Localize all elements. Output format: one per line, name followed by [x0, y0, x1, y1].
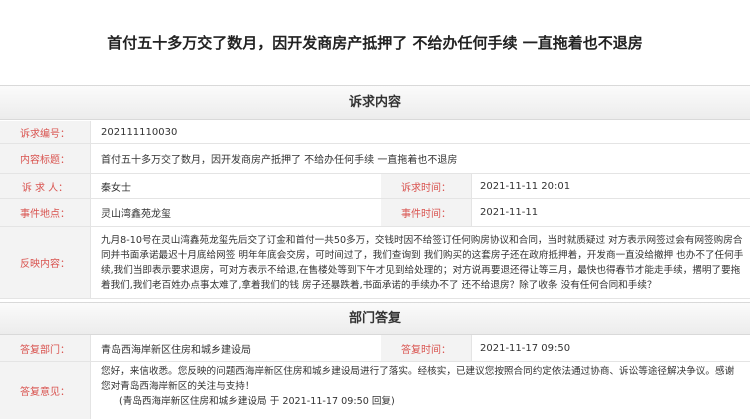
complaint-id-label: 诉求编号： — [0, 121, 90, 143]
row-complainant: 诉 求 人： 秦女士 诉求时间： 2021-11-11 20:01 — [0, 174, 750, 199]
section-header-reply: 部门答复 — [0, 302, 750, 335]
cell-divider — [90, 362, 91, 419]
reply-opinion-content: 您好，来信收悉。您反映的问题西海岸新区住房和城乡建设局进行了落实。经核实，已建议… — [101, 364, 742, 419]
feedback-text: 九月8-10号在灵山湾鑫苑龙玺先后交了订金和首付一共50多万，交钱时因不给签订任… — [101, 234, 744, 291]
complaint-time-value: 2021-11-11 20:01 — [480, 180, 571, 192]
reply-dept-value: 青岛西海岸新区住房和城乡建设局 — [101, 344, 251, 356]
cell-divider — [90, 227, 91, 298]
reply-time-label: 答复时间： — [381, 335, 471, 361]
row-reply-dept: 答复部门： 青岛西海岸新区住房和城乡建设局 答复时间： 2021-11-17 0… — [0, 335, 750, 362]
topic-label: 内容标题： — [0, 144, 90, 173]
row-topic: 内容标题： 首付五十多万交了数月，因开发商房产抵押了 不给办任何手续 一直拖着也… — [0, 144, 750, 174]
row-feedback: 反映内容： 九月8-10号在灵山湾鑫苑龙玺先后交了订金和首付一共50多万，交钱时… — [0, 227, 750, 299]
complainant-value: 秦女士 — [101, 182, 131, 194]
feedback-label: 反映内容： — [0, 227, 90, 298]
cell-divider — [471, 174, 472, 198]
section-header-complaint: 诉求内容 — [0, 85, 750, 120]
reply-opinion-text: 您好，来信收悉。您反映的问题西海岸新区住房和城乡建设局进行了落实。经核实，已建议… — [101, 366, 735, 392]
page-title: 首付五十多万交了数月，因开发商房产抵押了 不给办任何手续 一直拖着也不退房 — [107, 34, 643, 52]
event-time-value: 2021-11-11 — [480, 207, 539, 218]
page: 首付五十多万交了数月，因开发商房产抵押了 不给办任何手续 一直拖着也不退房 诉求… — [0, 0, 750, 419]
row-complaint-id: 诉求编号： 202111110030 — [0, 121, 750, 144]
cell-divider — [471, 335, 472, 361]
reply-time-value: 2021-11-17 09:50 — [480, 342, 571, 354]
cell-divider — [90, 121, 91, 143]
topic-value: 首付五十多万交了数月，因开发商房产抵押了 不给办任何手续 一直拖着也不退房 — [101, 155, 458, 166]
cell-divider — [90, 335, 91, 361]
event-place-value: 灵山湾鑫苑龙玺 — [101, 209, 171, 220]
complainant-label: 诉 求 人： — [0, 174, 90, 198]
complaint-id-value: 202111110030 — [101, 126, 178, 138]
cell-divider — [90, 199, 91, 226]
event-place-label: 事件地点： — [0, 199, 90, 226]
event-time-label: 事件时间： — [381, 199, 471, 226]
reply-dept-label: 答复部门： — [0, 335, 90, 361]
cell-divider — [90, 174, 91, 198]
feedback-content: 九月8-10号在灵山湾鑫苑龙玺先后交了订金和首付一共50多万，交钱时因不给签订任… — [101, 227, 744, 298]
reply-opinion-label: 答复意见： — [0, 362, 90, 419]
reply-signature: (青岛西海岸新区住房和城乡建设局 于 2021-11-17 09:50 回复) — [119, 396, 395, 407]
complaint-time-label: 诉求时间： — [381, 174, 471, 198]
row-event-place: 事件地点： 灵山湾鑫苑龙玺 事件时间： 2021-11-11 — [0, 199, 750, 227]
cell-divider — [471, 199, 472, 226]
row-reply-opinion: 答复意见： 您好，来信收悉。您反映的问题西海岸新区住房和城乡建设局进行了落实。经… — [0, 362, 750, 419]
cell-divider — [90, 144, 91, 173]
